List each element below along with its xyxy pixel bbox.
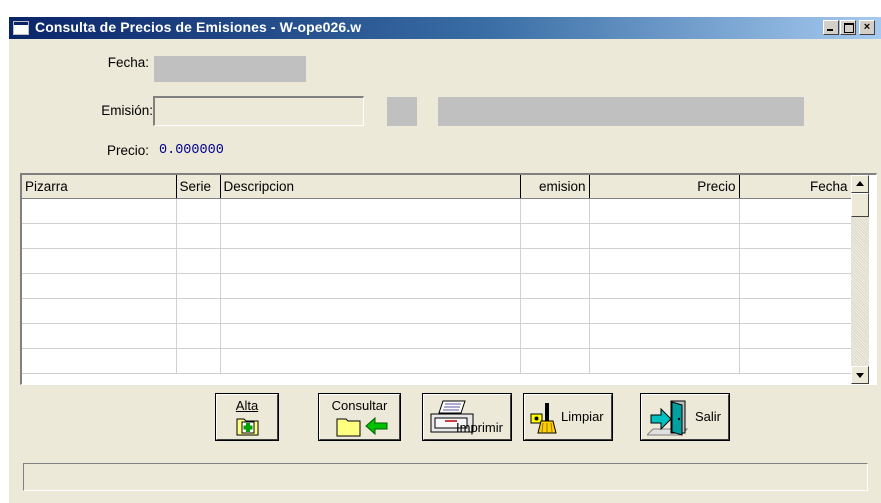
table-cell[interactable]	[220, 323, 521, 349]
search-form: Fecha: Emisión: Precio: 0.000000	[9, 39, 881, 185]
limpiar-button[interactable]: Limpiar	[523, 393, 613, 441]
close-button[interactable]: ×	[859, 20, 875, 35]
minimize-button[interactable]	[823, 20, 839, 35]
table-cell[interactable]	[520, 348, 590, 374]
column-header-pizarra[interactable]: Pizarra	[22, 175, 177, 199]
table-cell[interactable]	[22, 273, 177, 299]
table-cell[interactable]	[22, 248, 177, 274]
column-header-descripcion[interactable]: Descripcion	[220, 175, 521, 199]
table-cell[interactable]	[739, 223, 852, 249]
table-cell[interactable]	[739, 348, 852, 374]
table-cell[interactable]	[739, 323, 852, 349]
app-window-icon[interactable]	[13, 21, 29, 35]
fecha-field	[154, 56, 306, 82]
table-cell[interactable]	[739, 198, 852, 224]
table-cell[interactable]	[589, 298, 740, 324]
table-row[interactable]	[22, 348, 852, 374]
folder-arrow-icon	[336, 416, 388, 437]
consultar-button[interactable]: Consultar	[318, 393, 401, 441]
table-cell[interactable]	[739, 248, 852, 274]
precio-value: 0.000000	[159, 143, 224, 158]
imprimir-label: Imprimir	[456, 420, 503, 435]
table-cell[interactable]	[176, 248, 221, 274]
table-cell[interactable]	[176, 198, 221, 224]
table-cell[interactable]	[589, 248, 740, 274]
table-cell[interactable]	[589, 198, 740, 224]
precio-label: Precio:	[106, 143, 149, 158]
table-row[interactable]	[22, 223, 852, 249]
table-row[interactable]	[22, 198, 852, 224]
column-header-fecha[interactable]: Fecha	[739, 175, 852, 199]
table-cell[interactable]	[22, 223, 177, 249]
table-cell[interactable]	[22, 323, 177, 349]
table-row[interactable]	[22, 248, 852, 274]
table-row[interactable]	[22, 298, 852, 324]
prices-table: Pizarra Serie Descripcion emision Precio…	[22, 175, 852, 374]
scroll-down-icon[interactable]	[851, 366, 869, 384]
table-header-row: Pizarra Serie Descripcion emision Precio…	[22, 175, 852, 199]
table-cell[interactable]	[589, 223, 740, 249]
table-cell[interactable]	[520, 273, 590, 299]
title-bar[interactable]: Consulta de Precios de Emisiones - W-ope…	[9, 17, 881, 39]
table-cell[interactable]	[176, 348, 221, 374]
table-cell[interactable]	[589, 348, 740, 374]
table-cell[interactable]	[520, 223, 590, 249]
table-cell[interactable]	[589, 323, 740, 349]
emision-code-field	[387, 97, 417, 126]
emision-label: Emisión:	[101, 103, 153, 118]
fecha-label: Fecha:	[107, 55, 149, 70]
table-cell[interactable]	[589, 273, 740, 299]
table-row[interactable]	[22, 273, 852, 299]
main-window: Consulta de Precios de Emisiones - W-ope…	[8, 17, 881, 503]
table-cell[interactable]	[22, 298, 177, 324]
table-cell[interactable]	[220, 348, 521, 374]
emision-description-field	[438, 97, 804, 126]
table-cell[interactable]	[220, 198, 521, 224]
table-cell[interactable]	[739, 298, 852, 324]
table-cell[interactable]	[220, 248, 521, 274]
table-row[interactable]	[22, 323, 852, 349]
table-cell[interactable]	[22, 348, 177, 374]
column-header-serie[interactable]: Serie	[176, 175, 221, 199]
salir-button[interactable]: Salir	[640, 393, 730, 441]
alta-label: Alta	[235, 398, 259, 413]
limpiar-label: Limpiar	[561, 409, 604, 424]
table-cell[interactable]	[520, 323, 590, 349]
consultar-label: Consultar	[331, 398, 388, 413]
table-cell[interactable]	[520, 298, 590, 324]
table-cell[interactable]	[22, 198, 177, 224]
folder-add-icon	[236, 418, 259, 436]
table-cell[interactable]	[176, 273, 221, 299]
table-cell[interactable]	[220, 273, 521, 299]
maximize-button[interactable]	[840, 20, 856, 35]
table-cell[interactable]	[176, 323, 221, 349]
status-bar	[23, 463, 868, 491]
imprimir-button[interactable]: Imprimir	[422, 393, 512, 441]
vertical-scrollbar[interactable]	[851, 175, 869, 384]
alta-button[interactable]: Alta	[215, 393, 279, 441]
scroll-thumb[interactable]	[851, 193, 869, 217]
column-header-precio[interactable]: Precio	[589, 175, 740, 199]
broom-icon	[530, 403, 557, 434]
table-cell[interactable]	[220, 298, 521, 324]
table-cell[interactable]	[176, 223, 221, 249]
prices-grid[interactable]: Pizarra Serie Descripcion emision Precio…	[20, 173, 877, 385]
table-cell[interactable]	[220, 223, 521, 249]
table-cell[interactable]	[520, 248, 590, 274]
emision-input[interactable]	[153, 96, 364, 126]
scroll-up-icon[interactable]	[851, 175, 869, 193]
exit-door-icon	[647, 400, 689, 436]
table-cell[interactable]	[739, 273, 852, 299]
table-cell[interactable]	[176, 298, 221, 324]
window-title: Consulta de Precios de Emisiones - W-ope…	[35, 19, 362, 35]
table-cell[interactable]	[520, 198, 590, 224]
salir-label: Salir	[695, 409, 722, 424]
column-header-emision[interactable]: emision	[520, 175, 590, 199]
